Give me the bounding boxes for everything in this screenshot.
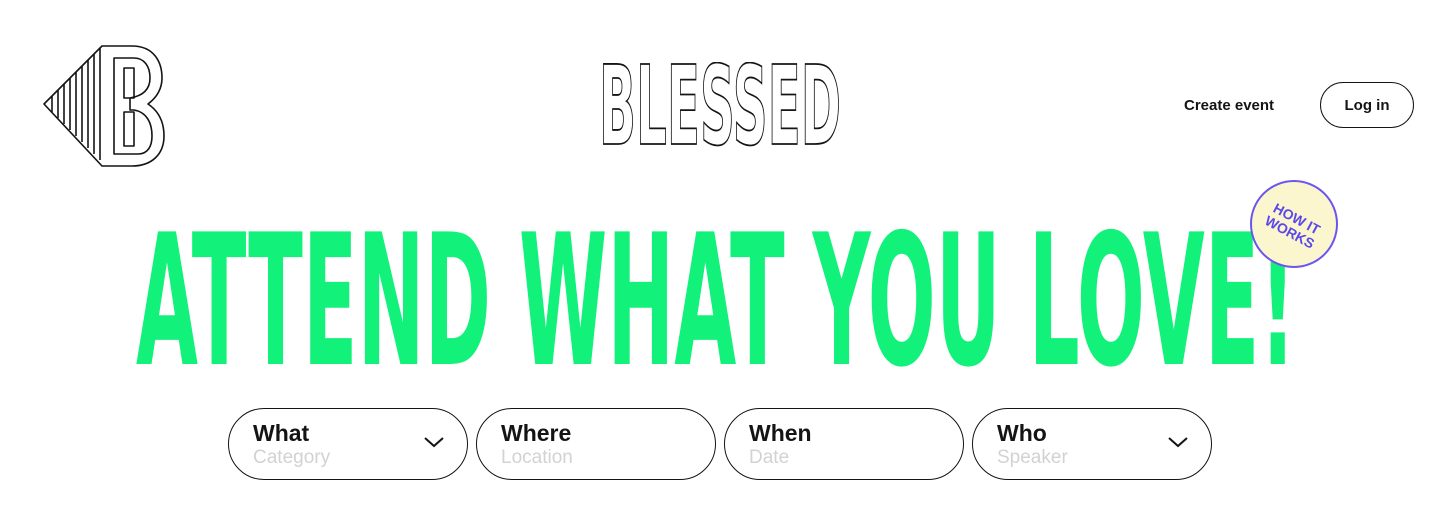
filter-who-label: Who (997, 420, 1047, 446)
filter-where[interactable]: Where Location (476, 408, 716, 480)
how-it-works-graphic: HOW IT WORKS (1262, 200, 1323, 252)
create-event-link[interactable]: Create event (1184, 94, 1274, 118)
event-search-bar: What Category Where Location When Date W… (228, 408, 1212, 480)
chevron-down-icon (1168, 437, 1188, 448)
filter-when[interactable]: When Date (724, 408, 964, 480)
chevron-down-icon (424, 437, 444, 448)
brand-wordmark[interactable]: BLESSED (596, 62, 844, 150)
hero-headline-text: ATTEND WHAT YOU LOVE! (136, 214, 1296, 374)
filter-where-placeholder: Location (501, 447, 573, 468)
filter-what-placeholder: Category (253, 447, 331, 468)
filter-what-label: What (253, 420, 310, 446)
brand-name: BLESSED (599, 62, 841, 150)
filter-when-label: When (749, 420, 812, 446)
hero-headline: ATTEND WHAT YOU LOVE! (136, 214, 1296, 374)
how-it-works-badge[interactable]: HOW IT WORKS (1250, 180, 1338, 268)
login-button[interactable]: Log in (1320, 82, 1414, 128)
logo-mark[interactable] (40, 42, 166, 170)
filter-who-placeholder: Speaker (997, 447, 1068, 468)
login-button-label: Log in (1344, 96, 1390, 114)
filter-when-placeholder: Date (749, 447, 790, 468)
filter-what[interactable]: What Category (228, 408, 468, 480)
landing-page: BLESSED Create event Log in ATTEND WHAT … (0, 0, 1440, 506)
filter-who[interactable]: Who Speaker (972, 408, 1212, 480)
filter-where-label: Where (501, 420, 572, 446)
